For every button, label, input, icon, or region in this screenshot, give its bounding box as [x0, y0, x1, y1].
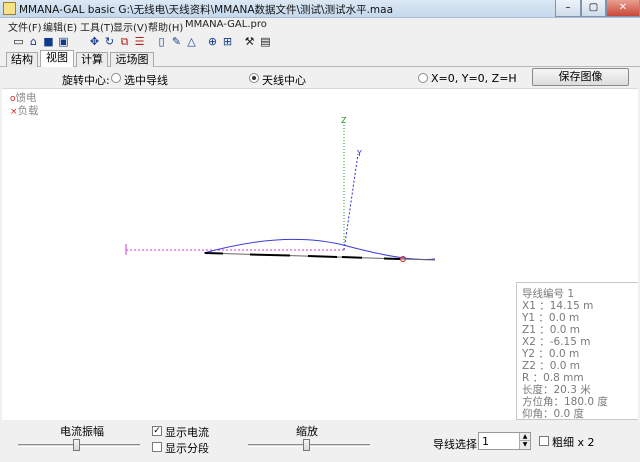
z-axis-label: Z — [341, 116, 347, 125]
save-image-button[interactable]: 保存图像 — [532, 68, 629, 86]
open-folder-icon[interactable]: ⌂ — [27, 35, 40, 48]
rotation-center-label: 旋转中心: — [62, 74, 110, 87]
copy-icon[interactable]: ⧉ — [118, 35, 131, 48]
wire-select-value: 1 — [482, 435, 489, 448]
current-amplitude-label: 电流振幅 — [60, 425, 104, 438]
radio-antenna-center[interactable] — [249, 73, 259, 83]
tools-icon[interactable]: ⚒ — [243, 35, 256, 48]
rotate-icon[interactable]: ↻ — [103, 35, 116, 48]
show-segments-label: 显示分段 — [165, 442, 209, 455]
wire-select-spinner[interactable]: 1 ▲ ▼ — [478, 432, 531, 450]
bold-x2-checkbox[interactable] — [539, 436, 549, 446]
tab-bar: 结构 视图 计算 远场图 — [0, 50, 640, 67]
calculator-icon[interactable]: ▤ — [259, 35, 272, 48]
table-icon[interactable]: ⊞ — [221, 35, 234, 48]
wire-edit-icon[interactable]: ☰ — [133, 35, 146, 48]
wire-info-panel: 导线编号 1 X1 ：14.15 m Y1 ：0.0 m Z1 ：0.0 m X… — [516, 282, 638, 420]
toolbar: ▭ ⌂ ■ ▣ ✥ ↻ ⧉ ☰ ▯ ✎ △ ⊕ ⊞ ⚒ ▤ — [0, 32, 640, 50]
spin-down-icon[interactable]: ▼ — [519, 441, 530, 449]
app-icon — [3, 2, 16, 15]
radio-origin[interactable] — [418, 73, 428, 83]
maximize-button[interactable]: ▢ — [581, 0, 606, 17]
menu-pro[interactable]: MMANA-GAL.pro — [185, 19, 267, 30]
target-icon[interactable]: ⊕ — [206, 35, 219, 48]
window-title: MMANA-GAL basic G:\无线电\天线资料\MMANA数据文件\测试… — [19, 4, 394, 16]
radio-selected-wire-label: 选中导线 — [124, 74, 168, 87]
radio-selected-wire[interactable] — [111, 73, 121, 83]
y-axis-label: Y — [356, 149, 362, 158]
wire-segment — [249, 253, 291, 257]
wire-segment — [383, 257, 401, 260]
y-axis-line — [343, 153, 359, 251]
show-current-label: 显示电流 — [165, 426, 209, 439]
zoom-slider[interactable] — [302, 439, 310, 451]
bottom-controls: 电流振幅 ✓ 显示电流 显示分段 缩放 导线选择 1 ▲ ▼ 粗细 x 2 — [0, 420, 640, 462]
title-bar: MMANA-GAL basic G:\无线电\天线资料\MMANA数据文件\测试… — [0, 0, 640, 18]
new-file-icon[interactable]: ▭ — [12, 35, 25, 48]
tab-farfield[interactable]: 远场图 — [110, 52, 154, 67]
wire-segment — [307, 255, 338, 258]
wire-segment — [341, 256, 363, 259]
show-current-checkbox[interactable]: ✓ — [152, 426, 162, 436]
minimize-button[interactable]: – — [555, 0, 581, 17]
wire-select-label: 导线选择 — [433, 438, 477, 451]
pen-icon[interactable]: ✎ — [170, 35, 183, 48]
rotation-options: 旋转中心: 选中导线 天线中心 X=0, Y=0, Z=H 保存图像 — [2, 67, 638, 89]
bold-x2-label: 粗细 x 2 — [552, 436, 595, 449]
tab-calculate[interactable]: 计算 — [76, 52, 108, 67]
radio-origin-label: X=0, Y=0, Z=H — [431, 72, 517, 85]
radio-antenna-center-label: 天线中心 — [262, 74, 306, 87]
show-segments-checkbox[interactable] — [152, 442, 162, 452]
current-amplitude-slider[interactable] — [72, 439, 80, 451]
wire-info-elevation: 仰角：0.0 度 — [522, 408, 585, 420]
close-button[interactable]: ✕ — [606, 0, 640, 17]
move-icon[interactable]: ✥ — [88, 35, 101, 48]
tab-structure[interactable]: 结构 — [6, 52, 38, 67]
zoom-label: 缩放 — [296, 425, 318, 438]
triangle-icon[interactable]: △ — [185, 35, 198, 48]
antenna-view[interactable]: o馈电 ×负载 Z Y 导线编号 1 X1 ：14.15 m Y1 ：0.0 m… — [2, 89, 638, 420]
menu-bar: 文件(F) 编辑(E) 工具(T) 显示(V) 帮助(H) MMANA-GAL.… — [0, 18, 640, 34]
page-icon[interactable]: ▯ — [155, 35, 168, 48]
save-disk-icon[interactable]: ■ — [42, 35, 55, 48]
info-icon[interactable]: ▣ — [57, 35, 70, 48]
spin-up-icon[interactable]: ▲ — [519, 433, 530, 441]
wire-segment — [204, 252, 224, 255]
tab-view[interactable]: 视图 — [40, 50, 74, 67]
